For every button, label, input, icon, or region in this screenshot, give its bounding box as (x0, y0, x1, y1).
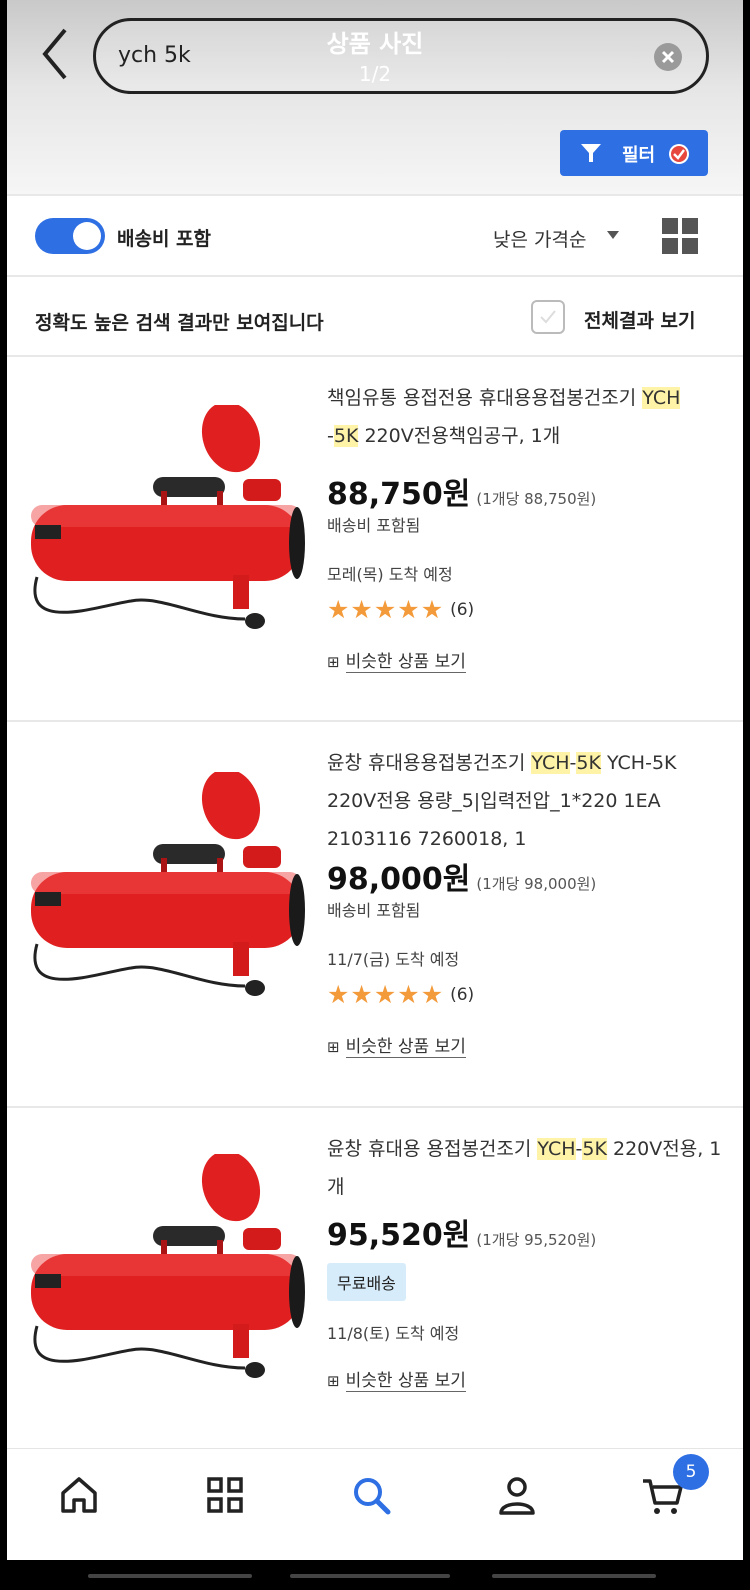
sort-dropdown[interactable]: 낮은 가격순 (493, 225, 586, 252)
similar-label: 비슷한 상품 보기 (345, 1371, 466, 1392)
rating-stars: ★★★★★ (6) (327, 982, 474, 1008)
star-icon: ★ (397, 980, 420, 1009)
product-card[interactable]: 윤창 휴대용 용접봉건조기 YCH-5K 220V전용, 1개 95,520원 (… (7, 1108, 743, 1446)
similar-icon: ⊞ (327, 1038, 340, 1056)
star-icon: ★ (397, 595, 420, 624)
price: 98,000원 (327, 862, 471, 897)
star-icon: ★ (327, 595, 350, 624)
similar-products-link[interactable]: ⊞ 비슷한 상품 보기 (327, 647, 466, 673)
price-row: 88,750원 (1개당 88,750원) (327, 469, 596, 513)
similar-icon: ⊞ (327, 1372, 340, 1390)
shipping-included-toggle[interactable] (35, 218, 105, 254)
title-text: 윤창 휴대용용접봉건조기 (327, 752, 532, 774)
title-highlight: 5K (582, 1138, 607, 1160)
unit-price: (1개당 88,750원) (476, 490, 597, 508)
divider (7, 194, 743, 196)
photo-page-indicator: 1/2 (358, 62, 392, 86)
unit-price: (1개당 98,000원) (476, 875, 597, 893)
header: ych 5k 상품 사진 1/2 필터 (7, 0, 743, 196)
divider (7, 275, 743, 277)
system-bar-segment (88, 1574, 252, 1578)
star-icon: ★ (350, 595, 373, 624)
product-title[interactable]: 윤창 휴대용 용접봉건조기 YCH-5K 220V전용, 1개 (327, 1130, 722, 1206)
star-icon: ★ (420, 980, 444, 1009)
shipping-included-label: 배송비 포함 (117, 228, 212, 250)
system-bar-segment (290, 1574, 450, 1578)
similar-label: 비슷한 상품 보기 (345, 1037, 466, 1058)
shipping-info: 배송비 포함됨 (327, 901, 421, 920)
price-row: 95,520원 (1개당 95,520원) (327, 1210, 596, 1254)
all-results-label[interactable]: 전체결과 보기 (584, 306, 696, 333)
star-icon: ★ (327, 980, 350, 1009)
category-icon[interactable] (203, 1473, 247, 1517)
title-text: 220V전용책임공구, 1개 (358, 425, 561, 447)
filter-button[interactable]: 필터 (560, 130, 708, 176)
price-row: 98,000원 (1개당 98,000원) (327, 854, 596, 898)
rating-count: (6) (450, 985, 475, 1005)
similar-label: 비슷한 상품 보기 (345, 652, 466, 673)
filter-label: 필터 (622, 145, 656, 166)
caret-down-icon[interactable] (607, 231, 619, 239)
star-icon: ★ (350, 980, 373, 1009)
arrival-date: 11/7(금) 도착 예정 (327, 950, 460, 969)
toggle-knob (73, 222, 101, 250)
system-bar-segment (492, 1574, 656, 1578)
star-icon: ★ (373, 595, 397, 624)
check-icon (540, 310, 556, 324)
price: 88,750원 (327, 477, 471, 512)
funnel-icon (581, 144, 601, 162)
arrival-date: 모레(목) 도착 예정 (327, 565, 453, 584)
similar-icon: ⊞ (327, 653, 340, 671)
free-shipping-badge: 무료배송 (327, 1263, 406, 1301)
accuracy-notice: 정확도 높은 검색 결과만 보여집니다 (35, 312, 324, 334)
rating-count: (6) (450, 600, 475, 620)
cart-count-badge: 5 (673, 1454, 709, 1490)
title-text: 윤창 휴대용 용접봉건조기 (327, 1138, 538, 1160)
search-icon[interactable] (349, 1473, 393, 1517)
checked-badge-icon (669, 144, 689, 164)
title-text: 책임유통 용접전용 휴대용용접봉건조기 (327, 387, 643, 409)
arrival-date: 11/8(토) 도착 예정 (327, 1324, 460, 1343)
product-title[interactable]: 윤창 휴대용용접봉건조기 YCH-5K YCH-5K 220V전용 용량_5|입… (327, 744, 722, 858)
title-highlight: YCH (531, 752, 570, 774)
product-image[interactable] (21, 772, 321, 1032)
home-icon[interactable] (57, 1473, 101, 1517)
title-highlight: 5K (333, 425, 359, 447)
similar-products-link[interactable]: ⊞ 비슷한 상품 보기 (327, 1032, 466, 1058)
rating-stars: ★★★★★ (6) (327, 597, 474, 623)
bottom-navigation (7, 1448, 743, 1560)
grid-view-icon[interactable] (662, 218, 698, 254)
price: 95,520원 (327, 1218, 471, 1253)
user-icon[interactable] (495, 1473, 539, 1517)
title-text: - (327, 425, 334, 447)
star-icon: ★ (420, 595, 444, 624)
shipping-info: 배송비 포함됨 (327, 516, 421, 535)
unit-price: (1개당 95,520원) (476, 1231, 597, 1249)
screen: ych 5k 상품 사진 1/2 필터 배송비 포함 낮은 가격순 정확도 높은… (7, 0, 743, 1560)
photo-viewer-title: 상품 사진 (326, 30, 424, 58)
product-image[interactable] (21, 1154, 321, 1414)
product-card[interactable]: 책임유통 용접전용 휴대용용접봉건조기 YCH -5K 220V전용책임공구, 1… (7, 357, 743, 720)
product-image[interactable] (21, 405, 321, 665)
all-results-checkbox[interactable] (531, 300, 565, 334)
title-highlight: 5K (576, 752, 601, 774)
star-icon: ★ (373, 980, 397, 1009)
title-highlight: YCH (537, 1138, 576, 1160)
product-title[interactable]: 책임유통 용접전용 휴대용용접봉건조기 YCH -5K 220V전용책임공구, 1… (327, 379, 722, 455)
similar-products-link[interactable]: ⊞ 비슷한 상품 보기 (327, 1366, 466, 1392)
product-card[interactable]: 윤창 휴대용용접봉건조기 YCH-5K YCH-5K 220V전용 용량_5|입… (7, 722, 743, 1106)
title-highlight: YCH (642, 387, 681, 409)
